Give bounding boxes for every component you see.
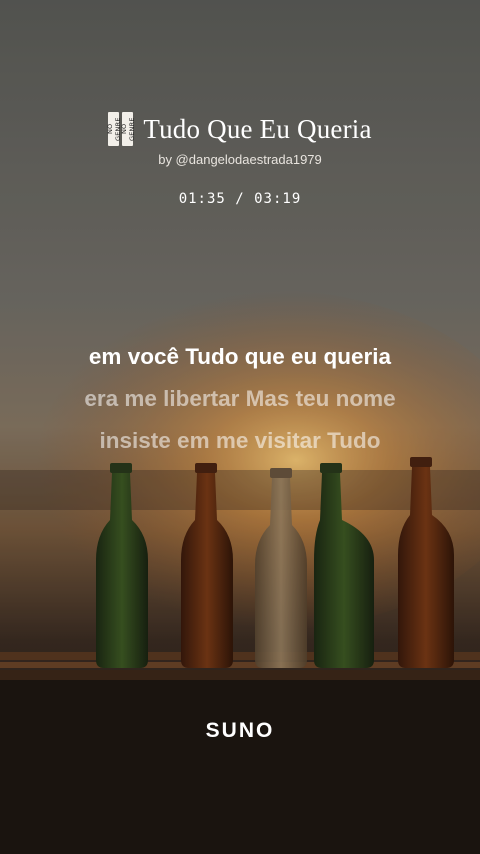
song-author: by @dangelodaestrada1979 bbox=[158, 152, 322, 167]
title-row: NO GENRE NO GENRE Tudo Que Eu Queria bbox=[0, 112, 480, 146]
video-frame: NO GENRE NO GENRE Tudo Que Eu Queria by … bbox=[0, 0, 480, 854]
lyric-current-line: em você Tudo que eu queria bbox=[88, 344, 392, 369]
genre-badge: NO GENRE bbox=[119, 112, 136, 146]
lyric-next-line: insiste em me visitar Tudo bbox=[99, 428, 381, 453]
genre-badge-label: NO GENRE bbox=[119, 117, 136, 141]
genre-badge: NO GENRE bbox=[106, 112, 122, 146]
song-title: Tudo Que Eu Queria bbox=[143, 113, 372, 144]
lyric-next-line: era me libertar Mas teu nome bbox=[84, 386, 396, 411]
suno-logo: SUNO bbox=[205, 719, 275, 742]
lyrics-panel: em você Tudo que eu queria era me libert… bbox=[0, 336, 480, 462]
playback-time: 01:35 / 03:19 bbox=[178, 191, 302, 207]
genre-badges: NO GENRE NO GENRE bbox=[106, 112, 136, 146]
song-header: NO GENRE NO GENRE Tudo Que Eu Queria by … bbox=[0, 112, 480, 207]
